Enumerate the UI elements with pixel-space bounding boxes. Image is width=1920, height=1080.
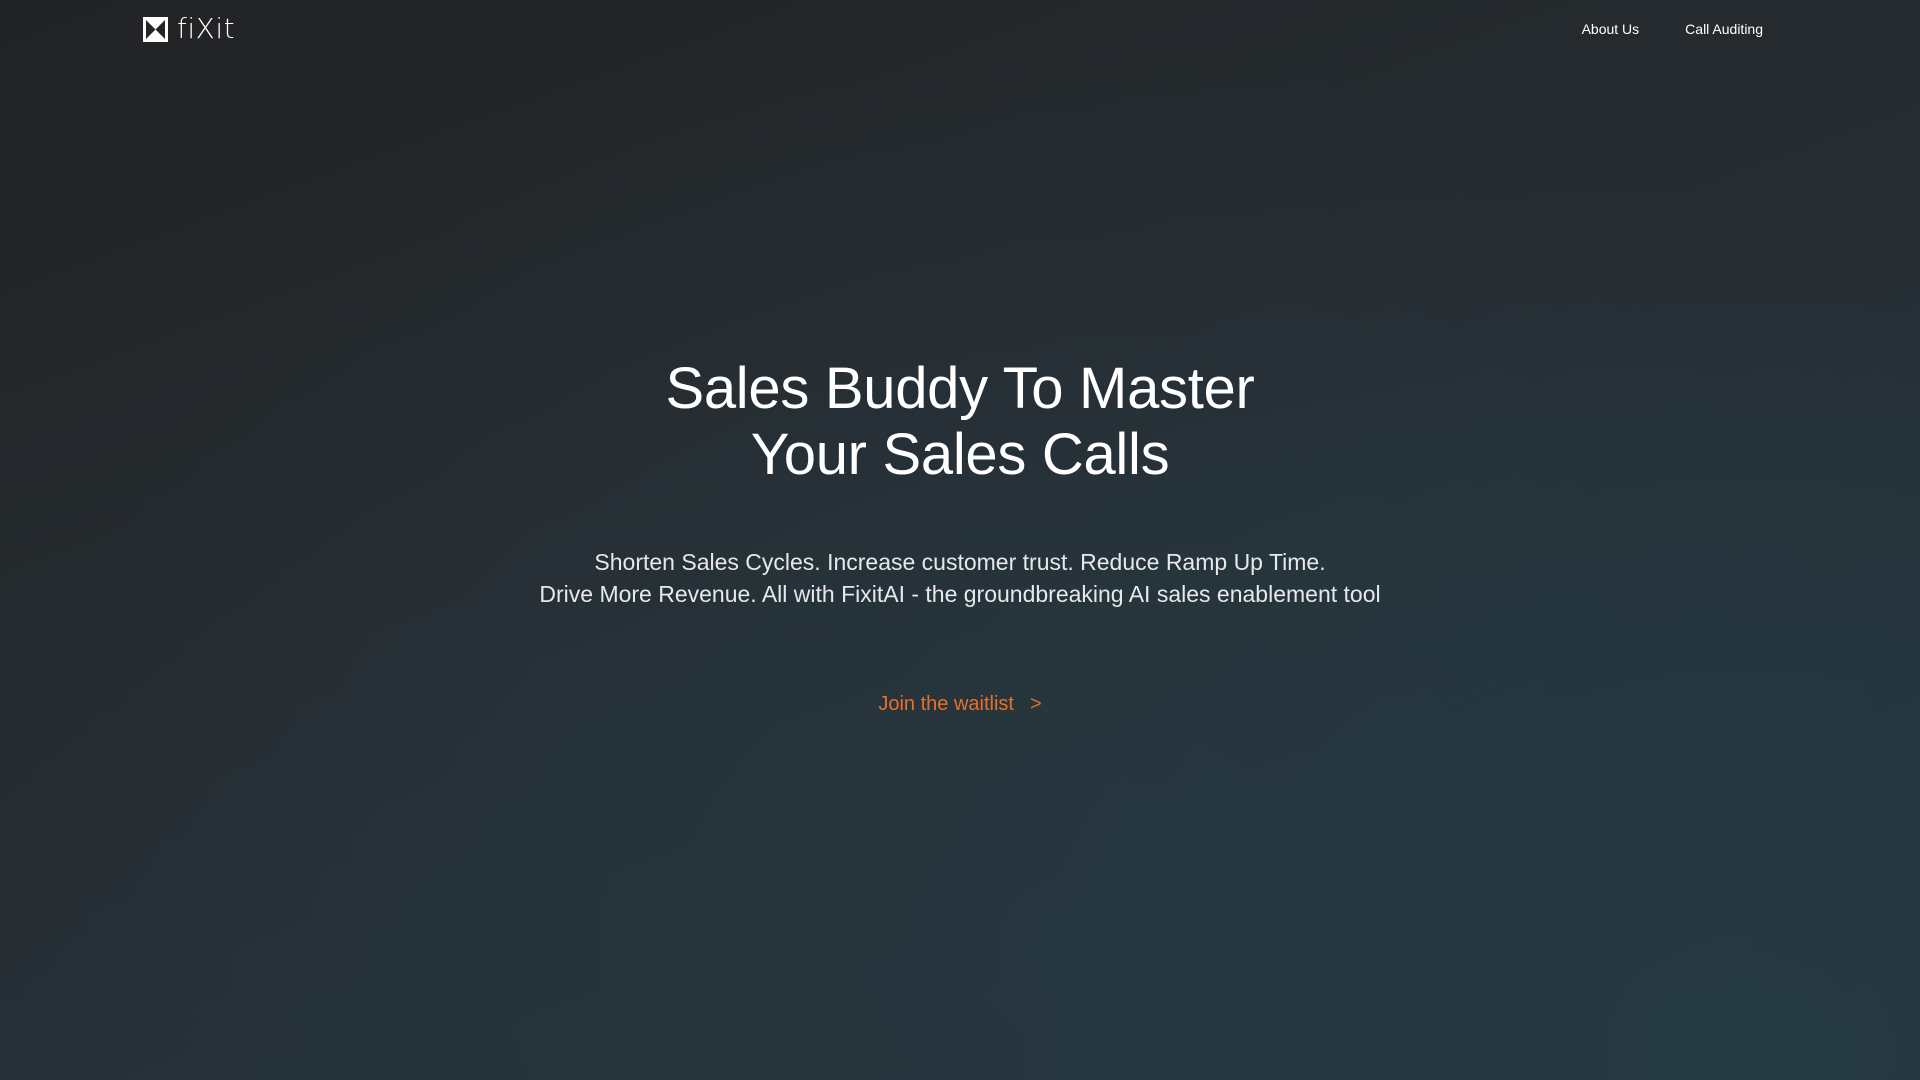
brand-logo-link[interactable]: fiXit [143,13,235,45]
hero-title: Sales Buddy To Master Your Sales Calls [0,356,1920,488]
top-navbar: fiXit About Us Call Auditing [0,0,1920,60]
nav-call-auditing[interactable]: Call Auditing [1685,19,1763,39]
nav-about-us[interactable]: About Us [1582,19,1640,39]
hero-subtitle-line-2: Drive More Revenue. All with FixitAI - t… [539,581,1381,607]
hero-subtitle: Shorten Sales Cycles. Increase customer … [0,546,1920,610]
hero-subtitle-line-1: Shorten Sales Cycles. Increase customer … [594,549,1326,575]
fixit-logo-icon [143,16,168,42]
join-waitlist-label: Join the waitlist [878,693,1014,715]
hero-title-line-2: Your Sales Calls [750,422,1170,487]
chevron-right-icon: > [1029,693,1042,715]
cta-container: Join the waitlist > [0,689,1920,719]
hero-title-line-1: Sales Buddy To Master [665,356,1255,421]
brand-name: fiXit [177,12,236,45]
landing-page: fiXit About Us Call Auditing Sales Buddy… [0,0,1920,1080]
join-waitlist-button[interactable]: Join the waitlist > [878,689,1041,719]
main-nav: About Us Call Auditing [1536,19,1763,39]
